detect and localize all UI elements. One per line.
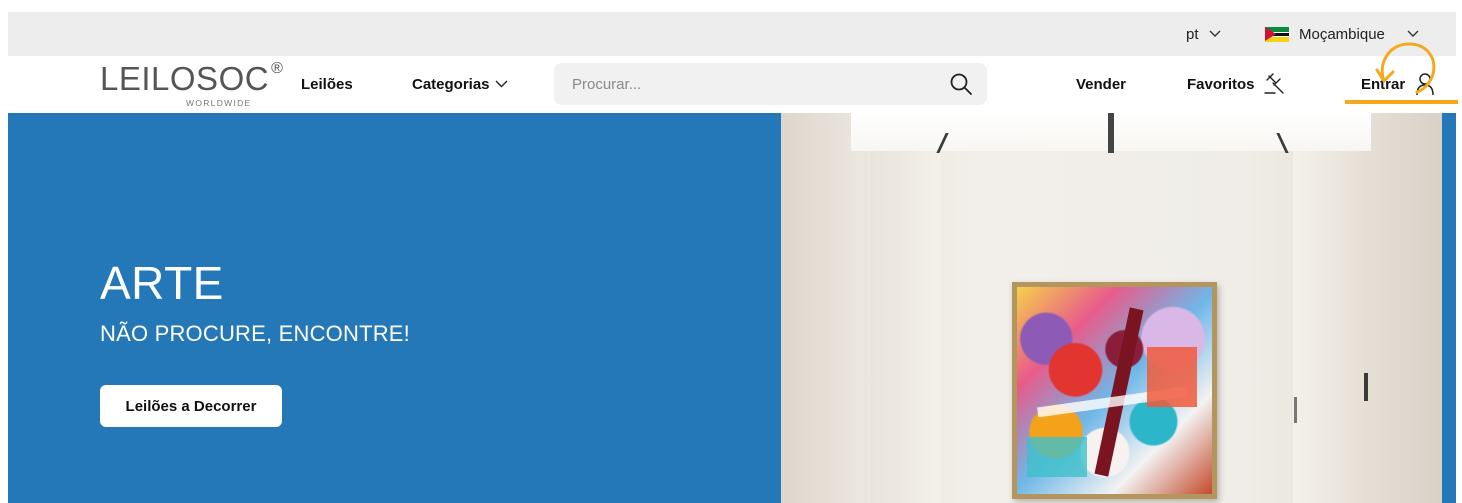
chevron-down-icon (495, 80, 508, 88)
search-input[interactable] (554, 63, 934, 105)
nav-categories-label: Categorias (412, 75, 490, 93)
search-bar (554, 63, 987, 105)
gavel-icon (1263, 73, 1284, 94)
search-icon[interactable] (949, 72, 973, 96)
top-utility-bar (8, 12, 1456, 56)
brand-logo[interactable]: LEILOSOC ® WORLDWIDE (100, 60, 283, 108)
nav-categories-dropdown[interactable]: Categorias (412, 64, 508, 104)
nav-favorites-link[interactable]: Favoritos (1187, 64, 1287, 104)
hero-edge-strip (1442, 113, 1456, 503)
hero-title: ARTE (100, 257, 224, 309)
language-selector[interactable]: pt (1186, 12, 1221, 56)
chevron-down-icon (1209, 30, 1221, 37)
hero-subtitle: NÃO PROCURE, ENCONTRE! (100, 321, 410, 346)
language-label: pt (1186, 25, 1199, 43)
nav-sell-link[interactable]: Vender (1076, 64, 1126, 104)
abstract-painting (1012, 282, 1217, 499)
login-highlight-underline (1345, 100, 1458, 104)
brand-tagline: WORLDWIDE (186, 98, 252, 108)
brand-reg-mark: ® (271, 60, 283, 77)
country-label: Moçambique (1299, 25, 1385, 43)
brand-name: LEILOSOC (100, 60, 270, 97)
highlight-arrow-icon (1375, 42, 1436, 94)
ongoing-auctions-button[interactable]: Leilões a Decorrer (100, 385, 282, 427)
hero-gallery-image (781, 113, 1442, 503)
chevron-down-icon (1407, 30, 1419, 37)
mozambique-flag-icon (1265, 26, 1289, 42)
nav-auctions-link[interactable]: Leilões (301, 64, 353, 104)
nav-favorites-label: Favoritos (1187, 75, 1255, 93)
